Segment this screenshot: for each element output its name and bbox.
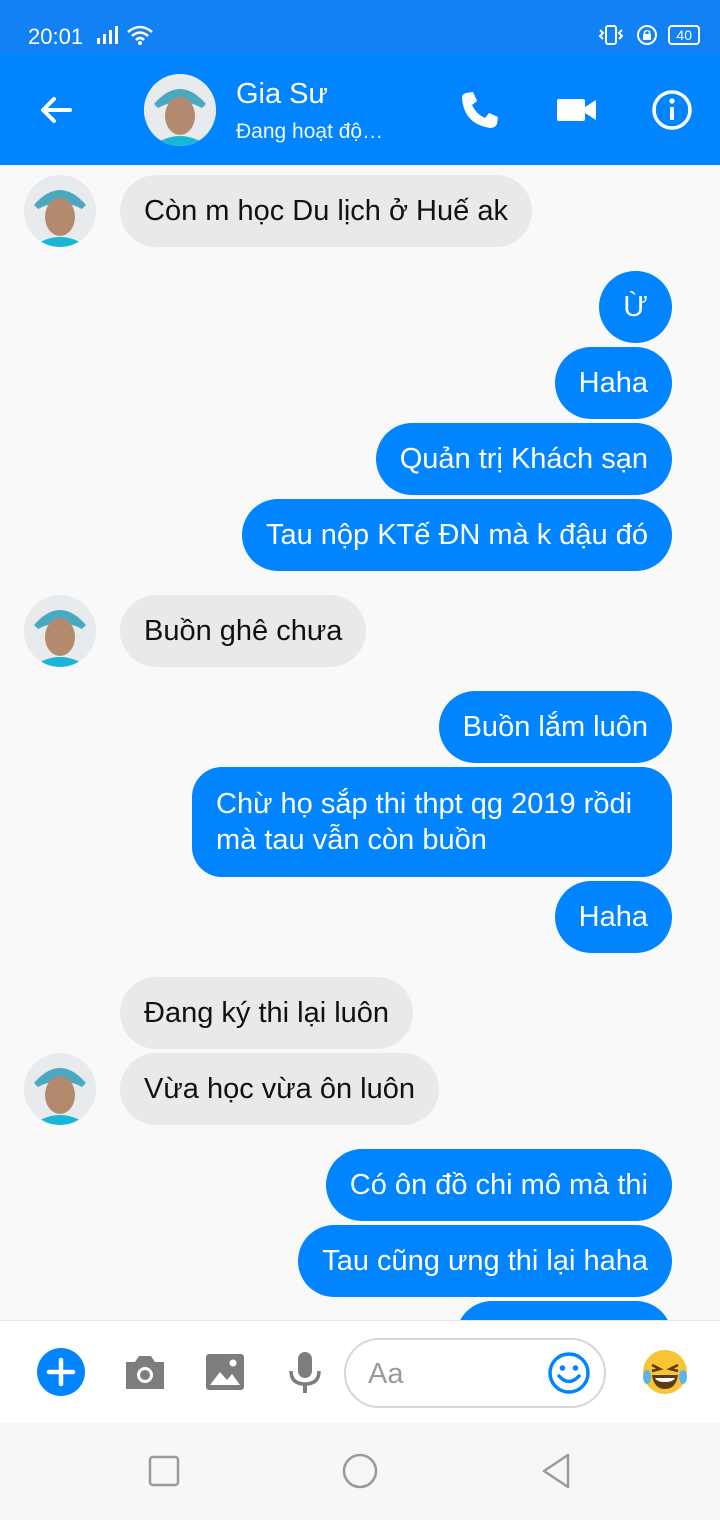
battery-icon: 40 <box>668 25 700 45</box>
vibrate-icon <box>599 25 624 45</box>
smile-icon[interactable] <box>546 1350 592 1396</box>
contact-status: Đang hoạt độ… <box>236 120 384 143</box>
message-list[interactable]: Còn m học Du lịch ở Huế ak Ừ Haha Quản t… <box>0 165 720 1320</box>
lock-rotation-icon <box>637 25 658 45</box>
incoming-message[interactable]: Còn m học Du lịch ở Huế ak <box>120 175 532 247</box>
outgoing-message[interactable]: Tau nộp KTế ĐN mà k đậu đó <box>241 499 672 571</box>
image-icon[interactable] <box>200 1347 250 1397</box>
home-icon[interactable] <box>340 1451 380 1491</box>
incoming-message[interactable]: Đang ký thi lại luôn <box>120 977 414 1049</box>
system-navigation-bar <box>0 1423 720 1520</box>
message-input-placeholder: Aa <box>368 1358 404 1390</box>
info-icon[interactable] <box>650 88 694 132</box>
outgoing-message[interactable]: Chừ họ sắp thi thpt qg 2019 rồdi mà tau … <box>192 767 672 877</box>
incoming-message[interactable]: Vừa học vừa ôn luôn <box>120 1053 439 1125</box>
sender-avatar[interactable] <box>24 1053 96 1125</box>
outgoing-message[interactable]: Buồn lắm luôn <box>438 691 672 763</box>
outgoing-message-partial[interactable] <box>456 1301 672 1320</box>
status-time: 20:01 <box>28 24 84 49</box>
plus-icon[interactable] <box>36 1347 86 1397</box>
wifi-icon <box>127 25 153 45</box>
outgoing-message[interactable]: Haha <box>554 881 672 953</box>
message-input[interactable]: Aa <box>344 1338 606 1408</box>
sender-avatar[interactable] <box>24 595 96 667</box>
conversation-header: Gia Sư Đang hoạt độ… <box>0 54 720 165</box>
sender-avatar[interactable] <box>24 175 96 247</box>
outgoing-message[interactable]: Ừ <box>599 271 672 343</box>
message-composer: Aa <box>0 1320 720 1424</box>
microphone-icon[interactable] <box>280 1347 330 1397</box>
status-bar: 20:01 40 <box>0 0 720 54</box>
contact-avatar[interactable] <box>144 74 216 146</box>
signal-icon <box>97 26 118 44</box>
laughing-emoji-icon[interactable] <box>640 1347 690 1397</box>
back-arrow-icon[interactable] <box>36 90 76 130</box>
back-icon[interactable] <box>536 1451 576 1491</box>
outgoing-message[interactable]: Quản trị Khách sạn <box>375 423 672 495</box>
recent-apps-icon[interactable] <box>144 1451 184 1491</box>
outgoing-message[interactable]: Haha <box>554 347 672 419</box>
camera-icon[interactable] <box>120 1347 170 1397</box>
video-camera-icon[interactable] <box>554 88 600 132</box>
incoming-message[interactable]: Buồn ghê chưa <box>120 595 367 667</box>
contact-name: Gia Sư <box>236 78 328 110</box>
outgoing-message[interactable]: Tau cũng ưng thi lại haha <box>298 1225 672 1297</box>
outgoing-message[interactable]: Có ôn đồ chi mô mà thi <box>325 1149 672 1221</box>
phone-icon[interactable] <box>458 88 502 132</box>
